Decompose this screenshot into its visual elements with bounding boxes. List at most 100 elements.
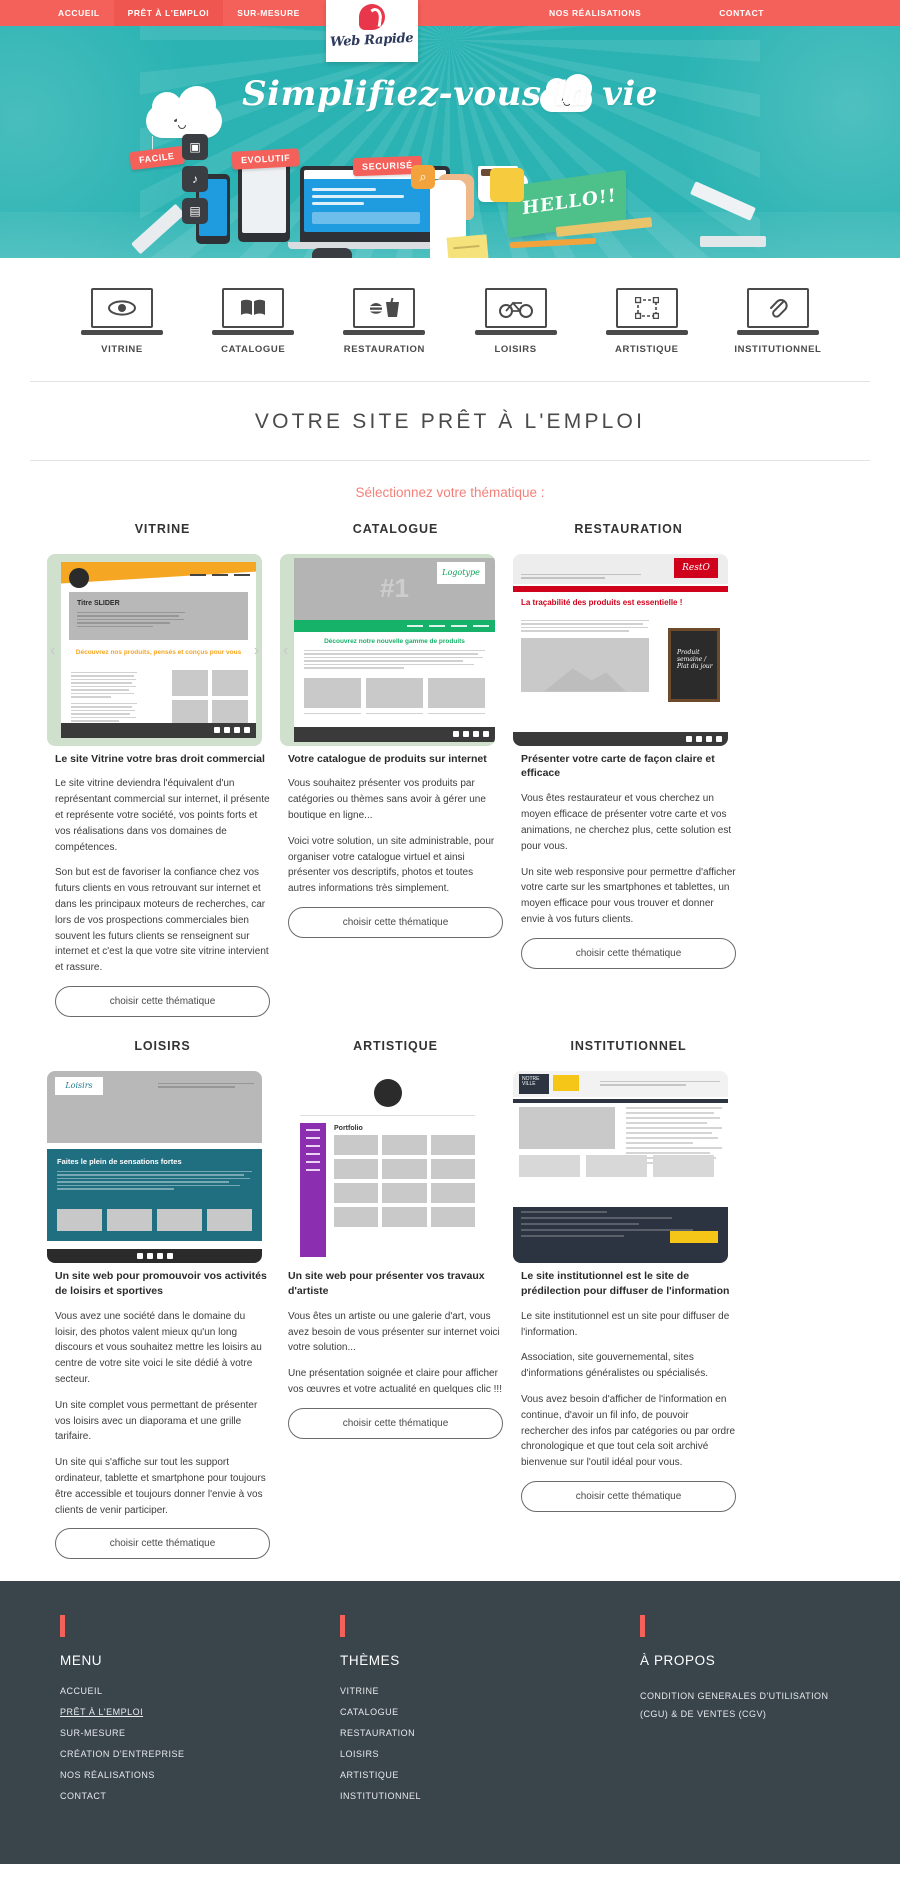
laptop-base-line <box>736 330 819 335</box>
next-arrow-icon[interactable]: › <box>254 642 259 660</box>
choose-theme-button-loisirs[interactable]: choisir cette thématique <box>55 1528 270 1560</box>
footer-link-accueil[interactable]: ACCUEIL <box>60 1686 340 1696</box>
laptop-base-line <box>343 330 426 335</box>
footer-link-creation-entreprise[interactable]: CRÉATION D'ENTREPRISE <box>60 1749 340 1759</box>
card-paragraph: Vous avez besoin d'afficher de l'informa… <box>521 1393 736 1469</box>
card-title: LOISIRS <box>134 1038 191 1053</box>
category-artistique[interactable]: ARTISTIQUE <box>587 288 707 355</box>
book-icon <box>222 288 285 328</box>
card-paragraph: Un site complet vous permettant de prése… <box>55 1399 258 1443</box>
laptop-base-line <box>81 330 163 335</box>
hero-shape-right2 <box>700 236 766 247</box>
card-heading: Le site institutionnel est le site de pr… <box>521 1269 730 1297</box>
card-paragraph: Vous êtes un artiste ou une galerie d'ar… <box>288 1310 500 1354</box>
category-label: INSTITUTIONNEL <box>734 343 822 355</box>
yellow-app-tile <box>490 168 524 202</box>
footer-link-institutionnel[interactable]: INSTITUTIONNEL <box>340 1791 640 1801</box>
mockup-social-bar <box>294 726 495 742</box>
card-catalogue: CATALOGUE ‹ #1 Logotype Découvrez notre … <box>280 522 503 1017</box>
choose-theme-button-institutionnel[interactable]: choisir cette thématique <box>521 1480 736 1512</box>
category-restauration[interactable]: RESTAURATION <box>324 288 444 355</box>
page-subtitle: Sélectionnez votre thématique : <box>355 484 545 500</box>
mockup-social-bar <box>61 722 256 738</box>
mockup-hero-text: #1 <box>380 573 409 603</box>
footer-link-catalogue[interactable]: CATALOGUE <box>340 1707 640 1717</box>
category-label: LOISIRS <box>494 343 537 355</box>
mouse-illustration <box>312 248 352 258</box>
nav-item-sur-mesure[interactable]: SUR-MESURE <box>223 0 314 26</box>
prev-arrow-icon[interactable]: ‹ <box>50 642 55 660</box>
site-footer: MENU ACCUEIL PRÊT À L'EMPLOI SUR-MESURE … <box>0 1581 900 1865</box>
search-icon: ⌕ <box>411 165 435 189</box>
page-title: VOTRE SITE PRÊT À L'EMPLOI <box>254 409 646 433</box>
speech-bubble-logo-icon <box>359 4 385 30</box>
vitrine-mockup[interactable]: ‹ › Titre SLIDER Découvrez nos produits,… <box>47 553 262 746</box>
card-paragraph: Vous souhaitez présenter vos produits pa… <box>288 778 486 821</box>
footer-link-cgu-cgv[interactable]: CONDITION GENERALES D'UTILISATION (CGU) … <box>640 1691 828 1719</box>
card-paragraph: Vous avez une société dans le domaine du… <box>55 1310 262 1385</box>
laptop-base-line <box>212 330 295 335</box>
card-paragraph: Une présentation soignée et claire pour … <box>288 1368 502 1395</box>
card-vitrine: VITRINE ‹ › Titre SLIDER Découvrez nos p… <box>47 522 270 1017</box>
footer-link-pret-a-lemploi[interactable]: PRÊT À L'EMPLOI <box>60 1707 340 1717</box>
choose-theme-button-artistique[interactable]: choisir cette thématique <box>288 1407 503 1439</box>
nav-item-nos-realisations[interactable]: NOS RÉALISATIONS <box>535 0 655 26</box>
slider-title: Titre SLIDER <box>77 599 120 607</box>
card-paragraph: Vous êtes restaurateur et vous cherchez … <box>521 793 732 852</box>
footer-link-loisirs[interactable]: LOISIRS <box>340 1749 640 1759</box>
category-icon-row: VITRINE CATALOGUE RESTAURATION LOISIRS A… <box>0 258 900 355</box>
choose-theme-button-restauration[interactable]: choisir cette thématique <box>521 937 736 969</box>
footer-link-artistique[interactable]: ARTISTIQUE <box>340 1770 640 1780</box>
nav-item-accueil[interactable]: ACCUEIL <box>44 0 114 26</box>
artistique-mockup[interactable]: Portfolio <box>280 1070 495 1263</box>
mockup-logo: Logotype <box>437 561 485 584</box>
institutionnel-mockup[interactable]: NOTRE VILLE <box>513 1070 728 1263</box>
card-paragraph: Le site vitrine deviendra l'équivalent d… <box>55 778 270 853</box>
restauration-mockup[interactable]: RestO La traçabilité des produits est es… <box>513 553 728 746</box>
footer-link-nos-realisations[interactable]: NOS RÉALISATIONS <box>60 1770 340 1780</box>
nav-item-contact[interactable]: CONTACT <box>705 0 778 26</box>
card-title: ARTISTIQUE <box>353 1038 438 1053</box>
hero-banner: Simplifiez-vous la vie FACILE EVOLUTIF S… <box>0 26 900 258</box>
catalogue-mockup[interactable]: ‹ #1 Logotype Découvrez notre nouvelle g… <box>280 553 495 746</box>
hello-board-text: HELLO!! <box>522 185 617 220</box>
hero-side-icon-group: ▣ ♪ ▤ <box>182 134 208 230</box>
card-paragraph: Un site qui s'affiche sur tout les suppo… <box>55 1457 266 1516</box>
category-loisirs[interactable]: LOISIRS <box>456 288 576 355</box>
footer-heading: MENU <box>60 1653 103 1669</box>
category-label: CATALOGUE <box>221 343 286 355</box>
card-heading: Votre catalogue de produits sur internet <box>288 752 487 765</box>
mockup-logo: NOTRE VILLE <box>519 1073 549 1094</box>
loisirs-mockup[interactable]: Loisirs Faites le plein de sensations fo… <box>47 1070 262 1263</box>
prev-arrow-icon[interactable]: ‹ <box>283 642 288 660</box>
nav-item-pret-a-lemploi[interactable]: PRÊT À L'EMPLOI <box>113 0 224 26</box>
footer-link-restauration[interactable]: RESTAURATION <box>340 1728 640 1738</box>
choose-theme-button-catalogue[interactable]: choisir cette thématique <box>288 906 503 938</box>
footer-link-contact[interactable]: CONTACT <box>60 1791 340 1801</box>
category-institutionnel[interactable]: INSTITUTIONNEL <box>718 288 838 355</box>
mockup-section-label: Portfolio <box>334 1124 363 1132</box>
mockup-chalkboard: Produit semaine / Plat du jour <box>668 627 720 702</box>
choose-theme-button-vitrine[interactable]: choisir cette thématique <box>55 985 270 1017</box>
card-institutionnel: INSTITUTIONNEL NOTRE VILLE Le site insti… <box>513 1039 736 1559</box>
category-label: ARTISTIQUE <box>614 343 679 355</box>
burger-drink-icon <box>353 288 416 328</box>
card-heading: Un site web pour promouvoir vos activité… <box>55 1269 267 1297</box>
mockup-headline: Faites le plein de sensations fortes <box>57 1156 182 1166</box>
card-paragraph: Son but est de favoriser la confiance ch… <box>55 867 269 974</box>
site-logo[interactable]: Web Rapide <box>326 0 418 62</box>
nav-list: ACCUEIL PRÊT À L'EMPLOI SUR-MESURE NOS R… <box>0 0 900 26</box>
footer-link-sur-mesure[interactable]: SUR-MESURE <box>60 1728 340 1738</box>
nav-right-group: NOS RÉALISATIONS CONTACT <box>475 0 900 26</box>
footer-link-vitrine[interactable]: VITRINE <box>340 1686 640 1696</box>
card-loisirs: LOISIRS Loisirs Faites le plein de sensa… <box>47 1038 270 1560</box>
category-catalogue[interactable]: CATALOGUE <box>193 288 313 355</box>
laptop-base-line <box>605 330 688 335</box>
brand-name: Web Rapide <box>329 30 415 51</box>
footer-heading: À PROPOS <box>640 1653 716 1669</box>
mockup-logo: Loisirs <box>55 1076 103 1095</box>
hero-tag-evolutif: EVOLUTIF <box>231 148 300 170</box>
footer-column-themes: THÈMES VITRINE CATALOGUE RESTAURATION LO… <box>340 1615 640 1812</box>
category-vitrine[interactable]: VITRINE <box>62 288 182 355</box>
music-note-icon: ♪ <box>182 166 208 192</box>
